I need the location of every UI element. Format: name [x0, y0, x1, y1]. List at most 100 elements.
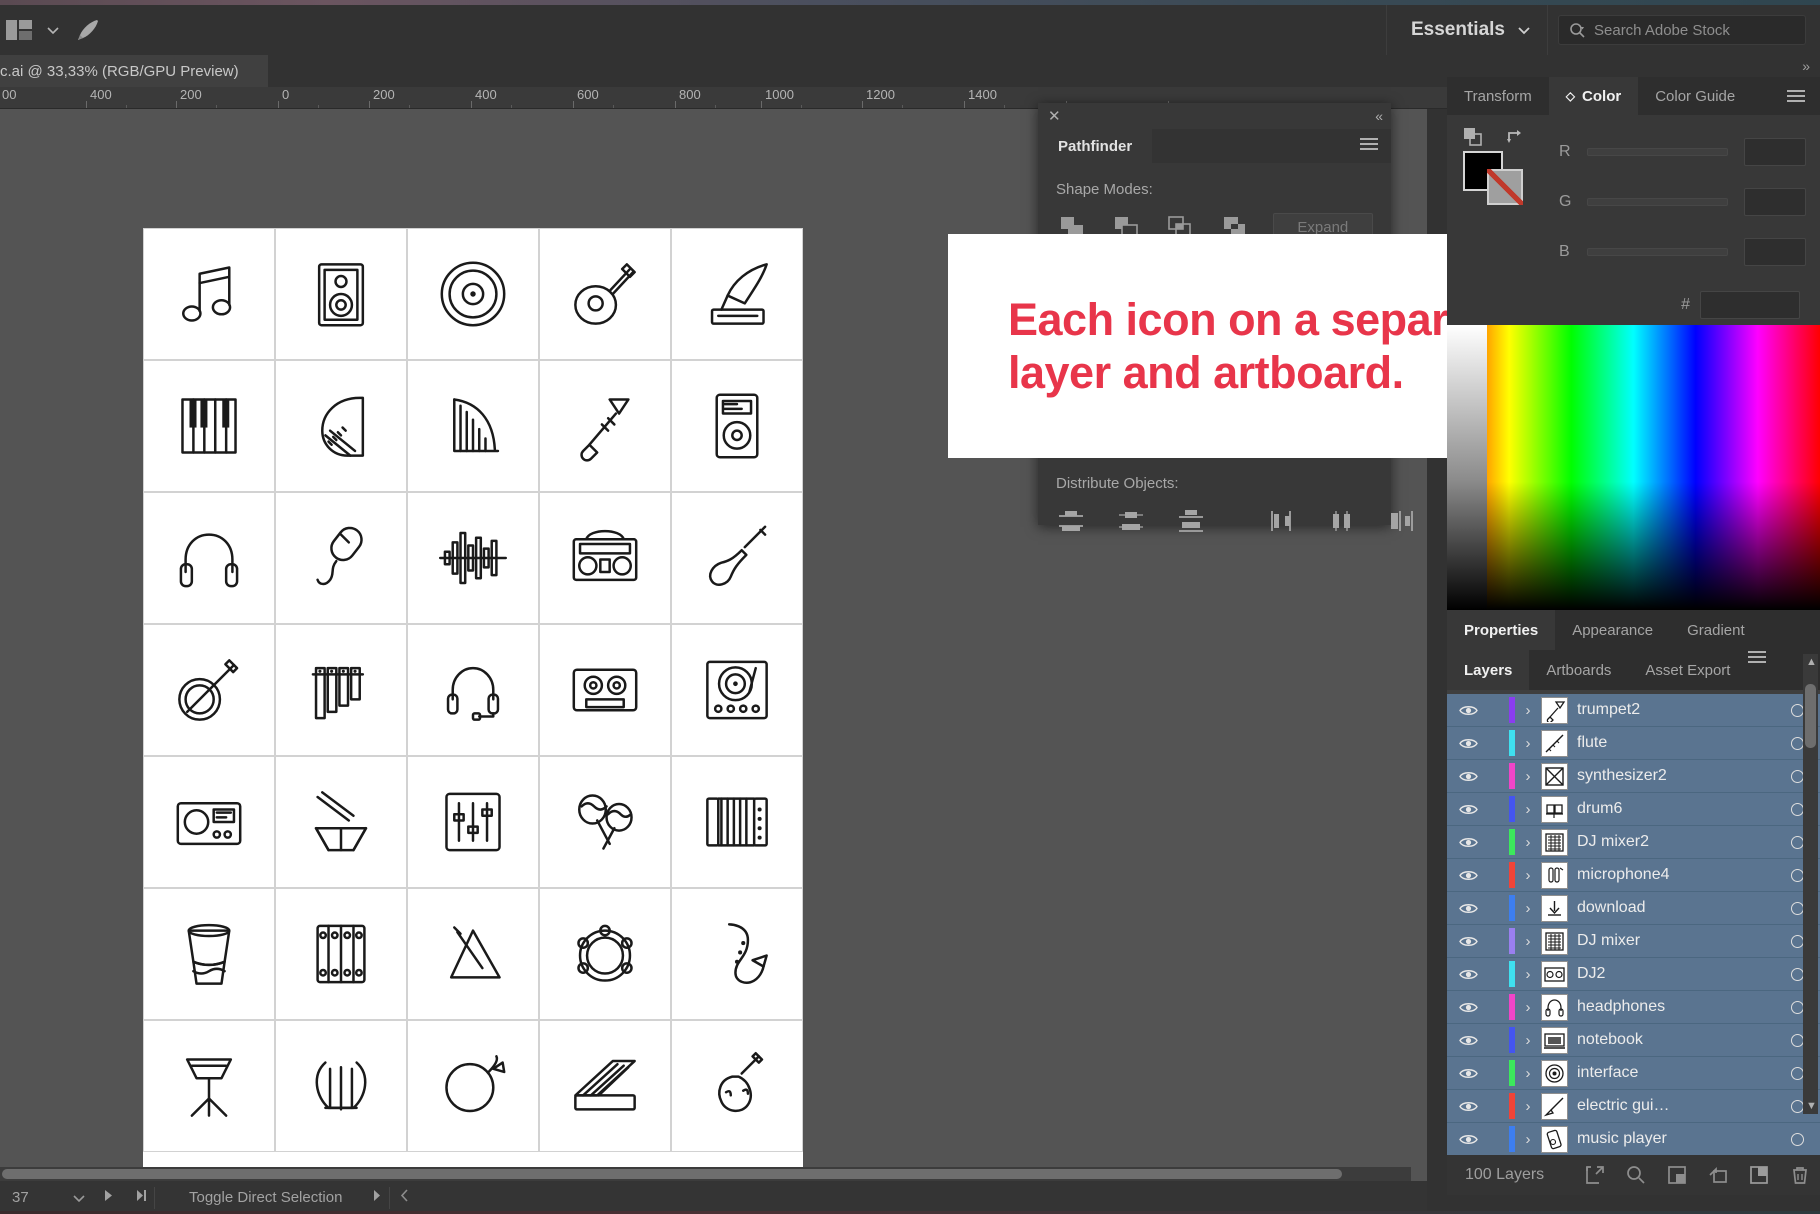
status-expand-icon[interactable]: [370, 1189, 383, 1206]
next-artboard-icon[interactable]: [102, 1189, 115, 1206]
icon-pan-flute[interactable]: [275, 624, 407, 756]
layer-name[interactable]: DJ2: [1577, 965, 1774, 983]
icon-trumpet[interactable]: [539, 360, 671, 492]
layer-thumbnail[interactable]: [1541, 828, 1568, 856]
layer-row[interactable]: › synthesizer2: [1447, 760, 1820, 793]
fill-stroke-mini-icon[interactable]: [1463, 127, 1483, 147]
tab-gradient[interactable]: Gradient: [1670, 610, 1762, 650]
icon-piano-keys[interactable]: [143, 360, 275, 492]
distribute-horizontal-right-icon[interactable]: [1386, 506, 1416, 536]
layer-visibility-eye-icon[interactable]: [1453, 1001, 1483, 1014]
layer-row[interactable]: › DJ mixer: [1447, 925, 1820, 958]
icon-french-horn[interactable]: [407, 1020, 539, 1152]
icon-banjo[interactable]: [143, 624, 275, 756]
zoom-dropdown-icon[interactable]: [56, 1191, 102, 1205]
layer-visibility-eye-icon[interactable]: [1453, 836, 1483, 849]
icon-mixer-sliders[interactable]: [407, 756, 539, 888]
channel-value-b[interactable]: [1744, 238, 1806, 266]
icon-electric-guitar[interactable]: [671, 492, 803, 624]
layer-name[interactable]: interface: [1577, 1064, 1774, 1082]
layer-thumbnail[interactable]: [1541, 894, 1568, 922]
color-spectrum-grayscale[interactable]: [1447, 325, 1487, 610]
new-sublayer-icon[interactable]: [1656, 1165, 1697, 1185]
layer-name[interactable]: electric gui…: [1577, 1097, 1774, 1115]
collapse-icon[interactable]: «: [1375, 108, 1383, 124]
icon-lyre[interactable]: [275, 1020, 407, 1152]
layer-row[interactable]: › microphone4: [1447, 859, 1820, 892]
layer-thumbnail[interactable]: [1541, 927, 1568, 955]
fill-stroke-swatches[interactable]: [1463, 127, 1535, 205]
tab-properties[interactable]: Properties: [1447, 610, 1556, 650]
layer-row[interactable]: › download: [1447, 892, 1820, 925]
panel-menu-icon[interactable]: [1359, 137, 1391, 156]
swap-fill-stroke-icon[interactable]: [1505, 127, 1525, 147]
tab-artboards[interactable]: Artboards: [1529, 650, 1629, 690]
distribute-horizontal-center-icon[interactable]: [1326, 506, 1356, 536]
last-artboard-icon[interactable]: [135, 1189, 148, 1206]
layer-visibility-eye-icon[interactable]: [1453, 1067, 1483, 1080]
layer-name[interactable]: DJ mixer2: [1577, 833, 1774, 851]
document-tab[interactable]: c.ai @ 33,33% (RGB/GPU Preview): [0, 55, 268, 87]
layer-row[interactable]: › notebook: [1447, 1024, 1820, 1057]
layer-target-circle-icon[interactable]: [1774, 1132, 1820, 1146]
layer-thumbnail[interactable]: [1541, 729, 1568, 757]
tab-pathfinder[interactable]: Pathfinder: [1038, 129, 1153, 163]
layer-visibility-eye-icon[interactable]: [1453, 902, 1483, 915]
icon-boombox[interactable]: [539, 492, 671, 624]
layers-panel-menu-icon[interactable]: [1747, 650, 1767, 690]
discover-rocket-icon[interactable]: [74, 16, 102, 44]
hex-value-field[interactable]: [1700, 291, 1800, 319]
delete-layer-icon[interactable]: [1779, 1165, 1820, 1185]
layer-expand-arrow-icon[interactable]: ›: [1515, 735, 1541, 752]
tab-color[interactable]: ◇ Color: [1548, 77, 1639, 115]
new-layer-icon[interactable]: [1738, 1165, 1779, 1185]
layer-name[interactable]: microphone4: [1577, 866, 1774, 884]
icon-music-player[interactable]: [671, 360, 803, 492]
tab-layers[interactable]: Layers: [1447, 650, 1530, 690]
channel-slider-b[interactable]: [1587, 248, 1728, 256]
layer-expand-arrow-icon[interactable]: ›: [1515, 933, 1541, 950]
layer-row[interactable]: › music player: [1447, 1123, 1820, 1155]
tab-color-guide[interactable]: Color Guide: [1638, 77, 1753, 115]
layer-thumbnail[interactable]: [1541, 1026, 1568, 1054]
icon-harp[interactable]: [407, 360, 539, 492]
layer-visibility-eye-icon[interactable]: [1453, 803, 1483, 816]
channel-value-r[interactable]: [1744, 138, 1806, 166]
icon-tambourine[interactable]: [539, 888, 671, 1020]
pathfinder-titlebar[interactable]: ✕ «: [1038, 103, 1391, 129]
workspace-grid-icon[interactable]: [6, 20, 32, 40]
layer-name[interactable]: trumpet2: [1577, 701, 1774, 719]
layer-name[interactable]: download: [1577, 899, 1774, 917]
artboard-sheet[interactable]: [143, 228, 803, 1194]
layer-thumbnail[interactable]: [1541, 1125, 1568, 1153]
layer-expand-arrow-icon[interactable]: ›: [1515, 867, 1541, 884]
layer-name[interactable]: synthesizer2: [1577, 767, 1774, 785]
hscroll-thumb[interactable]: [2, 1169, 1342, 1179]
current-tool-label[interactable]: Toggle Direct Selection: [161, 1189, 370, 1206]
icon-xylophone[interactable]: [275, 888, 407, 1020]
layer-visibility-eye-icon[interactable]: [1453, 1133, 1483, 1146]
icon-cassette-tape[interactable]: [539, 624, 671, 756]
icon-vinyl-record[interactable]: [407, 228, 539, 360]
layer-row[interactable]: › interface: [1447, 1057, 1820, 1090]
layer-expand-arrow-icon[interactable]: ›: [1515, 900, 1541, 917]
dock-expand-icon[interactable]: »: [1447, 55, 1820, 77]
tab-transform[interactable]: Transform: [1447, 77, 1549, 115]
layer-name[interactable]: DJ mixer: [1577, 932, 1774, 950]
layer-visibility-eye-icon[interactable]: [1453, 737, 1483, 750]
icon-equalizer-waveform[interactable]: [407, 492, 539, 624]
tab-asset-export[interactable]: Asset Export: [1628, 650, 1748, 690]
icon-conga-drum[interactable]: [143, 888, 275, 1020]
layer-visibility-eye-icon[interactable]: [1453, 704, 1483, 717]
layer-thumbnail[interactable]: [1541, 960, 1568, 988]
icon-speaker[interactable]: [275, 228, 407, 360]
icon-gramophone[interactable]: [671, 228, 803, 360]
layer-visibility-eye-icon[interactable]: [1453, 770, 1483, 783]
layer-expand-arrow-icon[interactable]: ›: [1515, 1131, 1541, 1148]
icon-drumsticks-snare[interactable]: [275, 756, 407, 888]
layer-visibility-eye-icon[interactable]: [1453, 968, 1483, 981]
distribute-horizontal-left-icon[interactable]: [1266, 506, 1296, 536]
layers-scroll-down-arrow[interactable]: ▼: [1806, 1100, 1817, 1112]
layer-row[interactable]: › flute: [1447, 727, 1820, 760]
distribute-vertical-top-icon[interactable]: [1056, 506, 1086, 536]
